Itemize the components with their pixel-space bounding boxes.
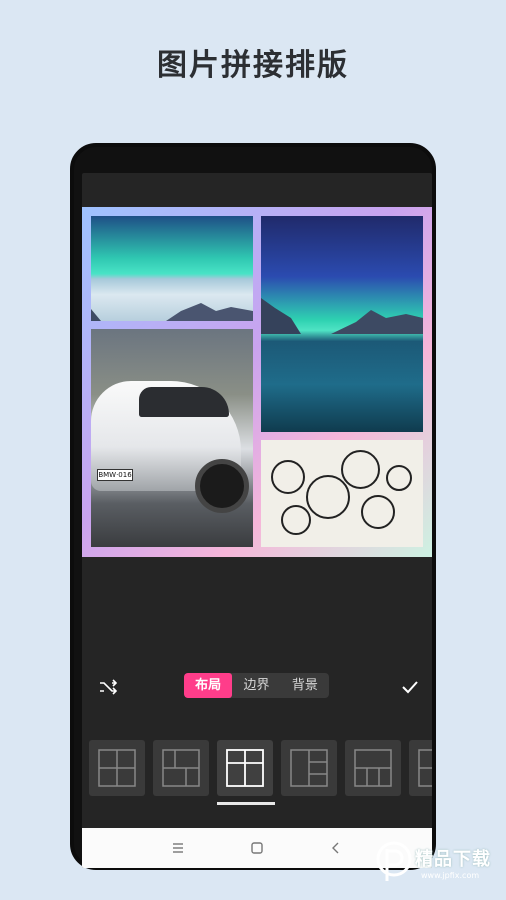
grid-stack-icon [290,749,328,787]
photo-suv-car[interactable]: BMW·016 [91,329,253,547]
photo-doodle[interactable] [261,440,423,547]
layout-option[interactable] [345,740,401,796]
mode-segmented-control: 布局 边界 背景 [184,673,329,698]
photo-aurora-portrait[interactable] [261,216,423,432]
doodle-shape [306,475,350,519]
watermark: 精品下载 www.jpfix.com [375,835,500,891]
doodle-shape [386,465,412,491]
phone-frame: BMW·016 布局 边界 背景 [70,143,436,870]
tab-background[interactable]: 背景 [281,673,329,698]
layout-option[interactable] [89,740,145,796]
watermark-text: 精品下载 [415,849,491,870]
grid-partial-icon [418,749,432,787]
mountain-shape [91,303,253,321]
car-plate: BMW·016 [97,469,133,481]
page-headline: 图片拼接排版 [157,48,349,83]
shuffle-icon[interactable] [98,677,118,697]
grid-2x2-icon [98,749,136,787]
back-icon[interactable] [326,838,346,858]
check-icon[interactable] [400,677,420,697]
layout-option[interactable] [153,740,209,796]
watermark-url: www.jpfix.com [421,871,480,880]
menu-icon[interactable] [168,838,188,858]
doodle-shape [341,450,380,489]
layout-option-selected[interactable] [217,740,273,796]
grid-3-selected-icon [226,749,264,787]
layout-picker [82,736,432,805]
collage-canvas: BMW·016 [82,207,432,557]
phone-screen: BMW·016 布局 边界 背景 [82,173,432,868]
car-wheel [195,459,249,513]
selected-indicator [217,802,275,805]
mountain-shape [261,298,423,334]
layout-option[interactable] [281,740,337,796]
grid-3-icon [162,749,200,787]
tab-border[interactable]: 边界 [232,673,280,698]
car-window [139,387,229,417]
tab-layout[interactable]: 布局 [184,673,233,698]
home-icon[interactable] [247,838,267,858]
photo-aurora-landscape[interactable] [91,216,253,321]
doodle-shape [271,460,305,494]
edit-toolbar: 布局 边界 背景 [82,669,432,705]
doodle-shape [281,505,311,535]
watermark-logo-icon [376,841,412,881]
doodle-shape [361,495,395,529]
layout-option[interactable] [409,740,432,796]
grid-bottom-row-icon [354,749,392,787]
